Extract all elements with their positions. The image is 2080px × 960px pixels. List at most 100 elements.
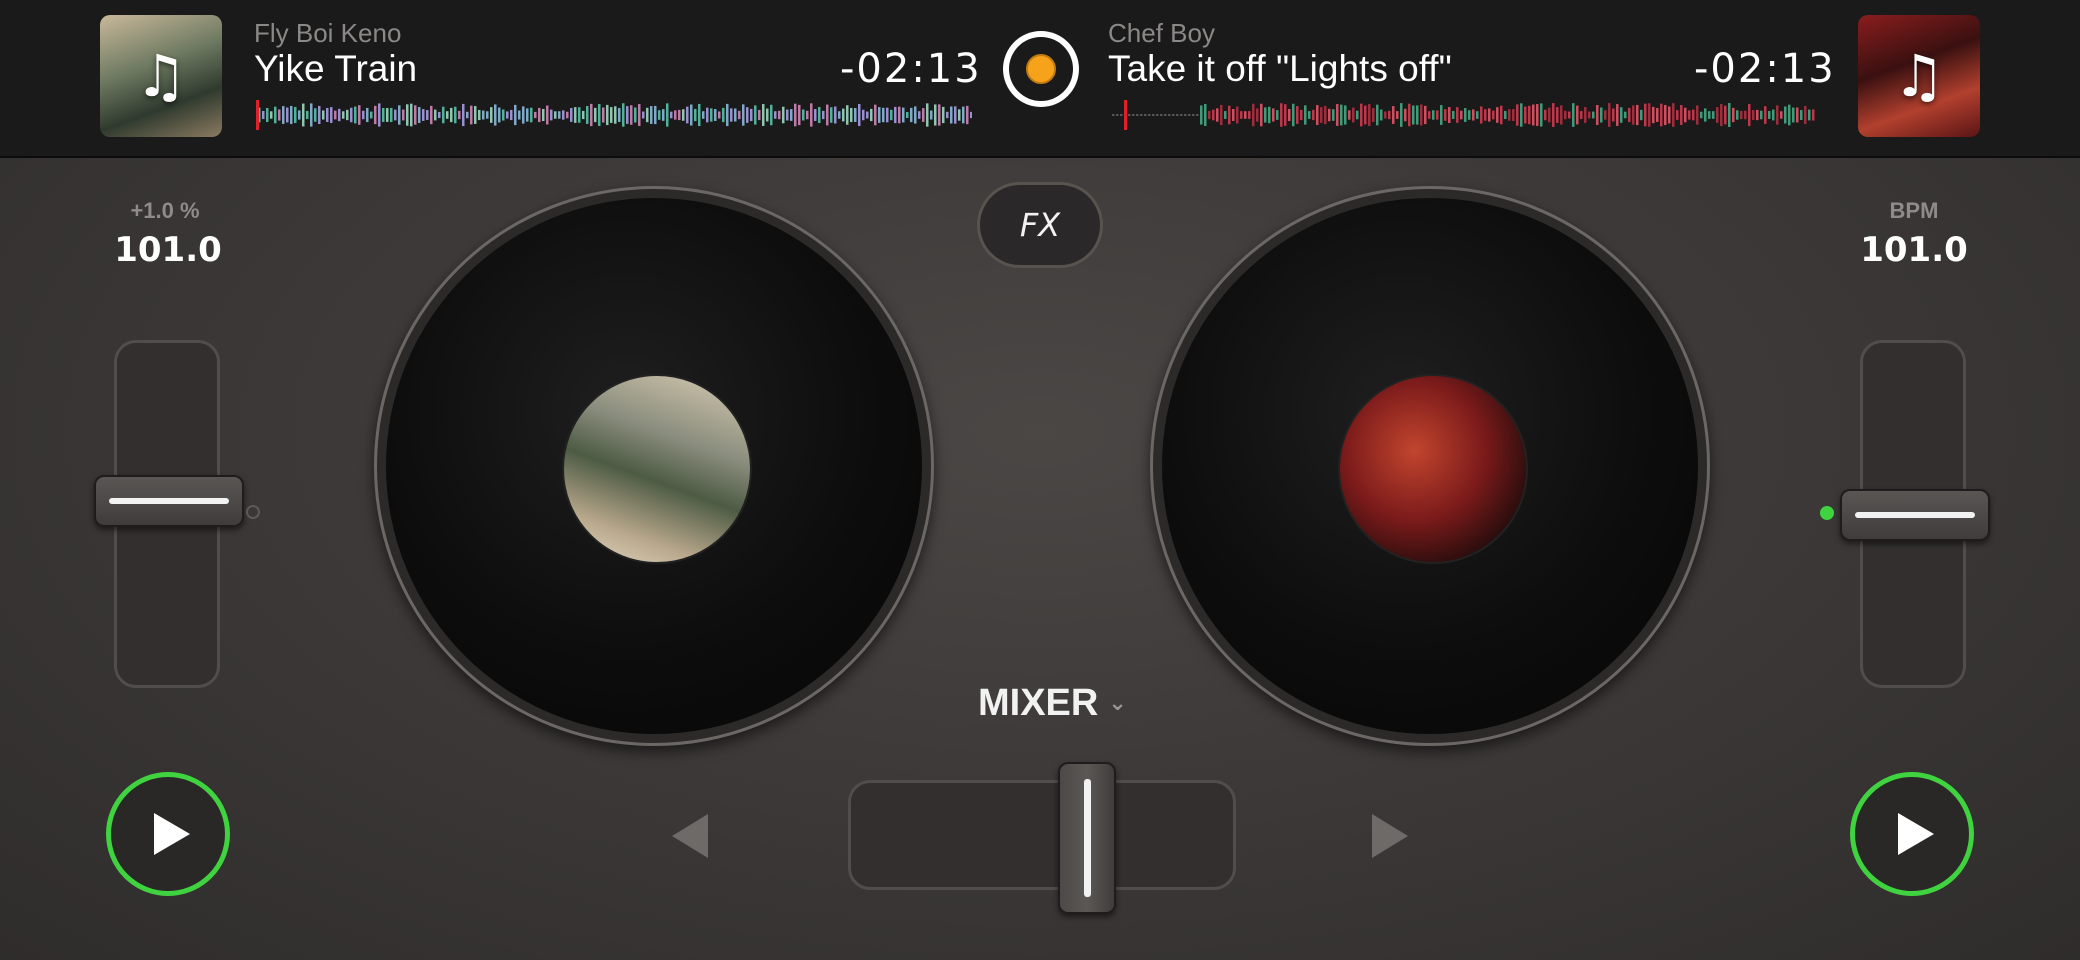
waveform-bar bbox=[622, 103, 625, 127]
app-logo-button[interactable] bbox=[1003, 31, 1079, 107]
waveform-bar bbox=[626, 106, 629, 124]
waveform-bar bbox=[450, 107, 453, 123]
waveform-bar bbox=[1696, 105, 1699, 125]
waveform-bar bbox=[598, 104, 601, 126]
deck-b-title[interactable]: Take it off "Lights off" bbox=[1108, 48, 1452, 90]
waveform-bar bbox=[1536, 104, 1539, 126]
deck-b-play-button[interactable] bbox=[1850, 772, 1974, 896]
fx-button[interactable]: FX bbox=[977, 182, 1103, 268]
waveform-bar bbox=[794, 103, 797, 127]
deck-a-title[interactable]: Yike Train bbox=[254, 48, 417, 90]
mixer-toggle[interactable]: MIXER ⌄ bbox=[978, 682, 1127, 725]
waveform-bar bbox=[722, 107, 725, 123]
waveform-bar bbox=[1308, 111, 1311, 119]
deck-b-pitch-handle[interactable] bbox=[1840, 489, 1990, 541]
waveform-bar bbox=[1336, 104, 1339, 126]
waveform-bar bbox=[346, 109, 349, 121]
waveform-bar bbox=[826, 104, 829, 126]
waveform-bar bbox=[1376, 104, 1379, 126]
waveform-bar bbox=[550, 109, 553, 121]
waveform-bar bbox=[1200, 105, 1203, 125]
deck-b-waveform[interactable] bbox=[1108, 100, 1816, 130]
deck-b-turntable[interactable] bbox=[1150, 186, 1710, 746]
waveform-bar bbox=[594, 107, 597, 123]
waveform-bar bbox=[446, 111, 449, 119]
deck-a-bpm-value: 101.0 bbox=[114, 230, 222, 270]
waveform-bar bbox=[1224, 111, 1227, 119]
waveform-bar bbox=[958, 109, 961, 121]
waveform-bar bbox=[506, 111, 509, 119]
crossfader-left-arrow-icon[interactable] bbox=[672, 814, 708, 858]
deck-a-pitch-handle[interactable] bbox=[94, 475, 244, 527]
waveform-bar bbox=[1236, 106, 1239, 124]
waveform-bar bbox=[1148, 114, 1151, 116]
deck-a-waveform[interactable] bbox=[254, 100, 972, 130]
waveform-bar bbox=[898, 106, 901, 124]
waveform-bar bbox=[1664, 104, 1667, 126]
music-note-icon: ♫ bbox=[1893, 42, 1945, 110]
waveform-bar bbox=[742, 104, 745, 126]
waveform-bar bbox=[1516, 104, 1519, 126]
waveform-bar bbox=[1652, 106, 1655, 124]
play-icon bbox=[1898, 813, 1934, 855]
deck-a-play-button[interactable] bbox=[106, 772, 230, 896]
waveform-bar bbox=[914, 106, 917, 124]
waveform-bar bbox=[530, 107, 533, 123]
waveform-bar bbox=[686, 106, 689, 124]
waveform-bar bbox=[1532, 104, 1535, 126]
waveform-bar bbox=[310, 103, 313, 127]
waveform-bar bbox=[1524, 106, 1527, 124]
deck-b-bpm-value: 101.0 bbox=[1860, 230, 1968, 270]
waveform-bar bbox=[818, 106, 821, 124]
waveform-bar bbox=[870, 108, 873, 122]
deck-b-vinyl[interactable] bbox=[1162, 198, 1698, 734]
waveform-bar bbox=[1340, 104, 1343, 126]
waveform-bar bbox=[1344, 105, 1347, 125]
waveform-bar bbox=[1184, 114, 1187, 116]
waveform-bar bbox=[922, 108, 925, 122]
waveform-bar bbox=[718, 111, 721, 119]
waveform-bar bbox=[602, 107, 605, 123]
waveform-bar bbox=[1756, 109, 1759, 121]
waveform-bar bbox=[1672, 103, 1675, 127]
waveform-bar bbox=[558, 111, 561, 119]
waveform-bar bbox=[314, 108, 317, 122]
waveform-bar bbox=[1136, 114, 1139, 116]
waveform-bar bbox=[1812, 109, 1815, 121]
waveform-bar bbox=[1380, 109, 1383, 121]
waveform-bar bbox=[918, 111, 921, 119]
deck-a-artwork[interactable]: ♫ bbox=[100, 15, 222, 137]
waveform-bar bbox=[970, 111, 972, 119]
waveform-bar bbox=[1428, 111, 1431, 119]
deck-b-time-remaining: -02:13 bbox=[1694, 46, 1836, 92]
waveform-bar bbox=[1464, 108, 1467, 122]
waveform-bar bbox=[1484, 109, 1487, 121]
waveform-bar bbox=[1608, 103, 1611, 127]
waveform-bar bbox=[534, 111, 537, 119]
waveform-bar bbox=[514, 104, 517, 126]
waveform-bar bbox=[338, 108, 341, 122]
waveform-bar bbox=[1320, 107, 1323, 123]
waveform-bar bbox=[1692, 109, 1695, 121]
crossfader-right-arrow-icon[interactable] bbox=[1372, 814, 1408, 858]
waveform-bar bbox=[454, 106, 457, 124]
waveform-bar bbox=[510, 109, 513, 121]
waveform-bar bbox=[1600, 107, 1603, 123]
waveform-bar bbox=[1388, 110, 1391, 120]
waveform-bar bbox=[574, 107, 577, 123]
waveform-bar bbox=[834, 106, 837, 124]
deck-b-artwork[interactable]: ♫ bbox=[1858, 15, 1980, 137]
waveform-bar bbox=[1700, 111, 1703, 119]
waveform-bar bbox=[274, 106, 277, 124]
waveform-bar bbox=[1592, 111, 1595, 119]
crossfader-track[interactable] bbox=[848, 780, 1236, 890]
waveform-bar bbox=[730, 108, 733, 122]
waveform-bar bbox=[1620, 107, 1623, 123]
deck-a-vinyl[interactable] bbox=[386, 198, 922, 734]
waveform-bar bbox=[350, 107, 353, 123]
deck-a-turntable[interactable] bbox=[374, 186, 934, 746]
crossfader-handle[interactable] bbox=[1058, 762, 1116, 914]
waveform-bar bbox=[910, 107, 913, 123]
waveform-bar bbox=[890, 109, 893, 121]
waveform-bar bbox=[642, 111, 645, 119]
